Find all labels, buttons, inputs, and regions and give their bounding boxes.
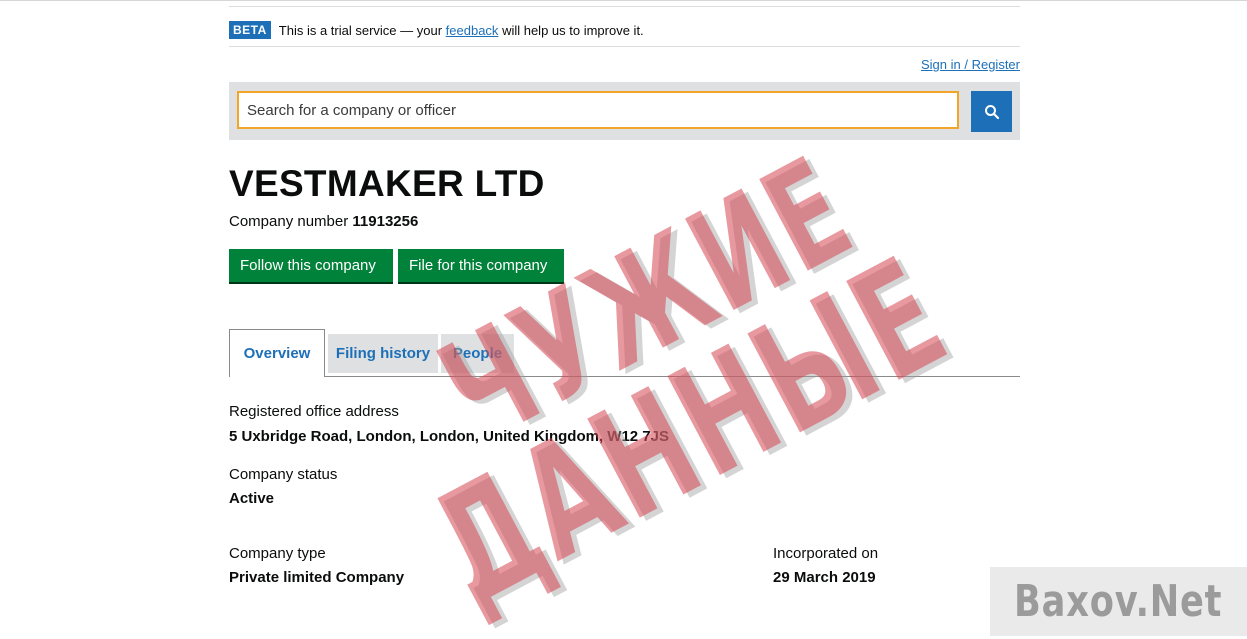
- company-name: VESTMAKER LTD: [229, 163, 545, 204]
- company-number-value: 11913256: [352, 213, 419, 230]
- follow-company-button[interactable]: Follow this company: [229, 249, 393, 282]
- watermark-text: Baxov.Net: [1014, 576, 1223, 627]
- beta-text: This is a trial service — your: [278, 22, 443, 38]
- top-border: [0, 0, 1247, 1]
- company-number-label: Company number: [229, 213, 349, 230]
- watermark: Baxov.Net: [990, 567, 1247, 636]
- divider: [229, 6, 1020, 7]
- beta-text-end: will help us to improve it.: [502, 22, 644, 38]
- stamp-overlay: ЧУЖИЕ ДАННЫЕ: [395, 127, 973, 639]
- search-input[interactable]: [237, 91, 959, 129]
- beta-banner: BETA This is a trial service — your feed…: [229, 20, 644, 40]
- registered-office-label: Registered office address: [229, 403, 399, 420]
- company-status-value: Active: [229, 490, 275, 507]
- company-type-label: Company type: [229, 545, 326, 562]
- divider: [229, 46, 1020, 47]
- company-status-label: Company status: [229, 466, 338, 483]
- company-type-value: Private limited Company: [229, 569, 405, 586]
- tab-people[interactable]: People: [441, 334, 514, 373]
- incorporated-date: 29 March 2019: [773, 569, 876, 586]
- tab-overview[interactable]: Overview: [229, 329, 325, 377]
- feedback-link[interactable]: feedback: [446, 23, 499, 38]
- incorporated-label: Incorporated on: [773, 545, 879, 562]
- beta-tag: BETA: [229, 21, 271, 39]
- tab-filing-history[interactable]: Filing history: [328, 334, 438, 373]
- sign-in-register-link[interactable]: Sign in / Register: [921, 57, 1020, 72]
- file-for-company-button[interactable]: File for this company: [398, 249, 564, 282]
- search-button[interactable]: [971, 91, 1012, 132]
- company-number: Company number 11913256: [229, 213, 418, 230]
- registered-office-address: 5 Uxbridge Road, London, London, United …: [229, 428, 669, 445]
- tabs-divider: [325, 376, 1020, 377]
- search-bar: [229, 82, 1020, 140]
- search-icon: [984, 104, 999, 119]
